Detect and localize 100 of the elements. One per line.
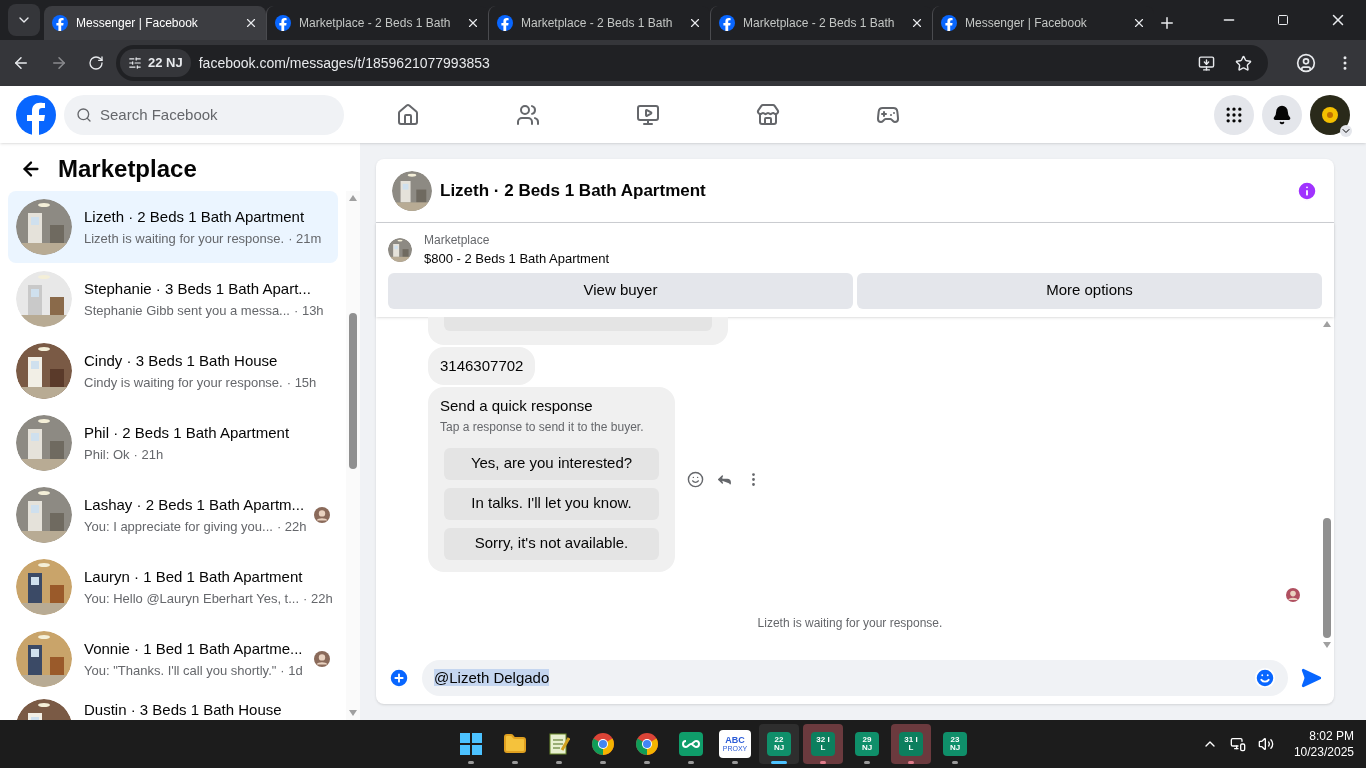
- scrollbar-thumb[interactable]: [349, 313, 357, 469]
- message-time: · 1d: [280, 661, 303, 680]
- install-icon[interactable]: [1198, 54, 1215, 72]
- emoji-icon[interactable]: [687, 470, 704, 488]
- message-preview: Stephanie Gibb sent you a messa...: [84, 301, 290, 320]
- message-time: · 13h: [293, 301, 324, 320]
- new-tab-icon[interactable]: [1158, 14, 1176, 32]
- quick-reply-button[interactable]: Sorry, it's not available.: [444, 527, 659, 560]
- action-button[interactable]: View buyer: [388, 272, 853, 309]
- message-preview: You: "Thanks. I'll call you shortly.": [84, 661, 277, 680]
- scrollbar-thumb[interactable]: [1323, 518, 1331, 638]
- conversation-title: Lashay · 2 Beds 1 Bath Apartm...: [84, 495, 302, 515]
- tab-search-button[interactable]: [8, 4, 40, 36]
- chrome-icon[interactable]: [635, 732, 659, 756]
- friends-icon[interactable]: [516, 102, 540, 127]
- quick-reply-button[interactable]: Yes, are you interested?: [444, 447, 659, 480]
- message-time: · 22h: [303, 589, 333, 608]
- tab-title: Messenger | Facebook: [965, 15, 1088, 32]
- conversation-item[interactable]: Phil · 2 Beds 1 Bath Apartment Phil: Ok · 21h: [8, 407, 338, 479]
- back-icon[interactable]: [12, 54, 30, 72]
- video-icon[interactable]: [636, 102, 660, 127]
- search-icon: [76, 106, 92, 123]
- network-icon[interactable]: [1229, 736, 1246, 752]
- tab-title: Marketplace - 2 Beds 1 Bath: [743, 15, 896, 32]
- taskbar-app[interactable]: 23 NJ: [935, 724, 975, 764]
- close-icon[interactable]: [244, 16, 258, 30]
- message-input[interactable]: @Lizeth Delgado: [422, 660, 1288, 696]
- info-icon[interactable]: [1296, 179, 1318, 202]
- search-field[interactable]: Search Facebook: [64, 94, 344, 135]
- bell-icon: [1272, 104, 1292, 125]
- status-text: Lizeth is waiting for your response.: [757, 614, 943, 632]
- taskbar-app[interactable]: 22 NJ: [759, 724, 799, 764]
- address-bar[interactable]: 22 NJ facebook.com/messages/t/1859621077993853: [116, 45, 1268, 81]
- sidebar-title: Marketplace: [58, 154, 197, 184]
- close-icon[interactable]: [910, 16, 924, 30]
- conversation-item[interactable]: Lashay · 2 Beds 1 Bath Apartm... You: I appreciate for giving you... · 22h: [8, 479, 338, 551]
- message-time: · 21h: [133, 445, 164, 464]
- reload-icon[interactable]: [88, 55, 104, 71]
- message-preview: Lizeth is waiting for your response.: [84, 229, 285, 248]
- facebook-logo-icon: [719, 15, 735, 31]
- app-tile[interactable]: 32 I L: [811, 732, 835, 756]
- conversation-item[interactable]: Cindy · 3 Beds 1 Bath House Cindy is waiting for your response. · 15h: [8, 335, 338, 407]
- conversation-item[interactable]: Lauryn · 1 Bed 1 Bath Apartment You: Hello @Lauryn Eberhart Yes, t... · 22h: [8, 551, 338, 623]
- app-tile[interactable]: 29 NJ: [855, 732, 879, 756]
- profile-icon[interactable]: [1296, 53, 1316, 73]
- conversation-title: Lauryn · 1 Bed 1 Bath Apartment: [84, 567, 304, 587]
- facebook-logo-icon: [52, 15, 68, 31]
- app-tile[interactable]: 31 I L: [899, 732, 923, 756]
- windows-icon[interactable]: [459, 732, 483, 756]
- message-time: · 22h: [276, 517, 307, 536]
- message-preview: You: Hello @Lauryn Eberhart Yes, t...: [84, 589, 300, 608]
- scroll-arrow-icon[interactable]: [1323, 642, 1331, 648]
- app-tile[interactable]: 23 NJ: [943, 732, 967, 756]
- url-text: facebook.com/messages/t/1859621077993853: [198, 53, 491, 73]
- message-preview: Cindy is waiting for your response.: [84, 373, 283, 392]
- folder-icon[interactable]: [503, 732, 527, 756]
- taskbar-app[interactable]: 29 NJ: [847, 724, 887, 764]
- chevron-down-icon[interactable]: [1340, 124, 1352, 137]
- conversation-title: Phil · 2 Beds 1 Bath Apartment: [84, 423, 291, 443]
- card-title: Send a quick response: [440, 396, 594, 416]
- notifications-button[interactable]: [1262, 94, 1302, 135]
- conversation-item[interactable]: Stephanie · 3 Beds 1 Bath Apart... Stephanie Gibb sent you a messa... · 13h: [8, 263, 338, 335]
- close-icon[interactable]: [466, 16, 480, 30]
- conversation-item[interactable]: Lizeth · 2 Beds 1 Bath Apartment Lizeth is waiting for your response. · 21m: [8, 191, 338, 263]
- conversation-header-title: Lizeth · 2 Beds 1 Bath Apartment: [440, 179, 706, 202]
- chrome-icon[interactable]: [591, 732, 615, 756]
- restore-icon[interactable]: [1277, 14, 1289, 26]
- facebook-logo-icon: [275, 15, 291, 31]
- message-preview: Phil: Ok: [84, 445, 130, 464]
- bookmark-star-icon[interactable]: [1235, 54, 1252, 72]
- send-icon[interactable]: [1300, 667, 1322, 689]
- taskbar-app[interactable]: 31 I L: [891, 724, 931, 764]
- listing-title: $800 - 2 Beds 1 Bath Apartment: [424, 250, 609, 268]
- app-tile[interactable]: 22 NJ: [767, 732, 791, 756]
- volume-icon[interactable]: [1257, 736, 1274, 752]
- site-info-chip[interactable]: 22 NJ: [120, 49, 191, 77]
- notepad-icon[interactable]: [548, 732, 570, 756]
- home-icon[interactable]: [396, 102, 420, 127]
- profile-avatar[interactable]: [1310, 94, 1350, 135]
- listing-label: Marketplace: [424, 232, 491, 249]
- conversation-title: Cindy · 3 Beds 1 Bath House: [84, 351, 279, 371]
- browser-tab[interactable]: Messenger | Facebook: [44, 6, 266, 40]
- message-time: · 15h: [286, 373, 317, 392]
- message-bubble: 3146307702: [428, 346, 536, 385]
- action-button[interactable]: More options: [857, 272, 1322, 309]
- facebook-logo-icon: [16, 94, 56, 135]
- conversation-title: Dustin · 3 Beds 1 Bath House: [84, 700, 283, 720]
- store-icon[interactable]: [756, 102, 780, 127]
- forward-icon[interactable]: [50, 54, 68, 72]
- taskbar-app[interactable]: 32 I L: [803, 724, 843, 764]
- conversation-title: Vonnie · 1 Bed 1 Bath Apartme...: [84, 639, 302, 659]
- menu-button[interactable]: [1214, 94, 1254, 135]
- close-icon[interactable]: [1132, 16, 1146, 30]
- scroll-arrow-icon[interactable]: [1323, 320, 1331, 327]
- close-icon[interactable]: [688, 16, 702, 30]
- clock[interactable]: 8:02 PM 10/23/2025: [1293, 728, 1354, 760]
- infinity-icon[interactable]: [679, 732, 703, 756]
- add-icon[interactable]: [388, 667, 410, 689]
- conversation-item[interactable]: Vonnie · 1 Bed 1 Bath Apartme... You: "Thanks. I'll call you shortly." · 1d: [8, 623, 338, 695]
- quick-reply-button[interactable]: In talks. I'll let you know.: [444, 487, 659, 520]
